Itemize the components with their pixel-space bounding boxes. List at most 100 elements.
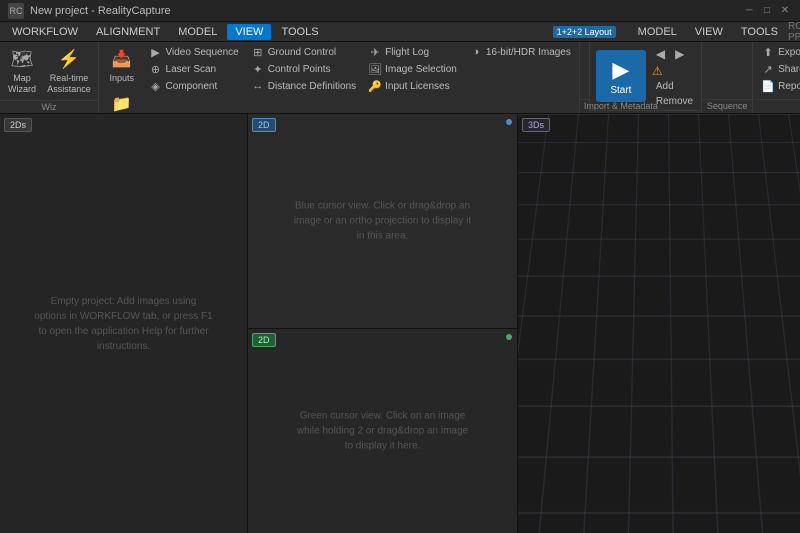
folder-button[interactable]: 📁 Folder — [105, 89, 139, 114]
ribbon-group-import-meta: Import & Metadata — [580, 42, 590, 113]
output-content: ⬆ Export ↗ Share 📄 Reports 🎬 Create Vide… — [753, 42, 800, 99]
menu-item-view[interactable]: VIEW — [227, 24, 271, 40]
small-col-1: ▶ Video Sequence ⊕ Laser Scan ◈ Componen… — [145, 44, 243, 94]
laser-scan-icon: ⊕ — [149, 62, 163, 76]
grid-background — [518, 114, 800, 533]
menu-item-model2[interactable]: MODEL — [630, 24, 685, 40]
layout-indicator[interactable]: 1+2+2 Layout — [553, 26, 616, 38]
realtime-label: Real-timeAssistance — [47, 73, 91, 95]
share-label: Share — [778, 64, 800, 75]
realtime-assistance-button[interactable]: ⚡ Real-timeAssistance — [44, 44, 94, 98]
ribbon-group-add-imagery: 📥 Inputs 📁 Folder ▶ Video Sequence ⊕ Las… — [99, 42, 580, 113]
ground-ctrl-label: Ground Control — [268, 47, 336, 58]
menu-item-tools2[interactable]: TOOLS — [733, 24, 786, 40]
caution-icon: ⚠ — [652, 64, 663, 78]
small-col-4: ◑ 16-bit/HDR Images — [465, 44, 575, 60]
close-button[interactable]: ✕ — [778, 4, 792, 18]
middle-top-hint: Blue cursor view. Click or drag&drop an … — [293, 199, 473, 244]
prev-icon: ◀ — [656, 47, 665, 61]
inputs-folder-col: 📥 Inputs 📁 Folder — [103, 44, 141, 114]
start-button[interactable]: ▶ Start — [596, 50, 646, 102]
start-icon: ▶ — [612, 57, 629, 83]
control-points-button[interactable]: ✦ Control Points — [247, 61, 360, 77]
distance-def-button[interactable]: ↔ Distance Definitions — [247, 78, 360, 94]
import-meta-content — [580, 42, 589, 99]
export-button[interactable]: ⬆ Export — [757, 44, 800, 60]
export-icon: ⬆ — [761, 45, 775, 59]
video-seq-label: Video Sequence — [166, 47, 239, 58]
map-wizard-icon: 🗺 — [10, 47, 34, 71]
component-icon: ◈ — [149, 79, 163, 93]
ribbon: 🗺 MapWizard ⚡ Real-timeAssistance Wiz 📥 … — [0, 42, 800, 114]
panel-middle-top: 2D Blue cursor view. Click or drag&drop … — [248, 114, 517, 329]
ribbon-group-sequence: Sequence — [702, 42, 753, 113]
export-label: Export — [778, 47, 800, 58]
title-bar-controls[interactable]: ─ □ ✕ — [742, 4, 792, 18]
process-arrows: ◀ ▶ — [652, 46, 697, 62]
ground-control-button[interactable]: ⊞ Ground Control — [247, 44, 360, 60]
video-seq-icon: ▶ — [149, 45, 163, 59]
process-content: ▶ Start ◀ ▶ ⚠ Add — [590, 42, 701, 110]
panel-middle: 2D Blue cursor view. Click or drag&drop … — [248, 114, 518, 533]
panel-left-2ds: 2Ds Empty project: Add images using opti… — [0, 114, 248, 533]
inp-lic-label: Input Licenses — [385, 81, 450, 92]
component-button[interactable]: ◈ Component — [145, 78, 243, 94]
menu-item-tools[interactable]: TOOLS — [273, 24, 326, 40]
panel-middle-bottom: 2D Green cursor view. Click on an image … — [248, 329, 517, 533]
dist-def-icon: ↔ — [251, 79, 265, 93]
share-button[interactable]: ↗ Share — [757, 61, 800, 77]
middle-bottom-badge: 2D — [252, 333, 276, 347]
sequence-label: Sequence — [702, 99, 752, 113]
remove-process-button[interactable]: Remove — [652, 95, 697, 108]
map-wizard-button[interactable]: 🗺 MapWizard — [4, 44, 40, 98]
ribbon-group-wiz: 🗺 MapWizard ⚡ Real-timeAssistance Wiz — [0, 42, 99, 113]
output-label: 3. Output — [753, 99, 800, 113]
process-controls: ◀ ▶ ⚠ Add Remove — [652, 46, 697, 108]
title-bar: RC New project - RealityCapture ─ □ ✕ — [0, 0, 800, 22]
middle-bottom-hint: Green cursor view. Click on an image whi… — [293, 409, 473, 454]
viewport-area: 2Ds Empty project: Add images using opti… — [0, 114, 800, 533]
caution-area: ⚠ — [652, 64, 697, 78]
menu-bar: WORKFLOW ALIGNMENT MODEL VIEW TOOLS 1+2+… — [0, 22, 800, 42]
green-indicator-dot — [506, 334, 512, 340]
image-selection-button[interactable]: 🖼 Image Selection — [364, 61, 461, 77]
realtime-icon: ⚡ — [57, 47, 81, 71]
menu-item-view2[interactable]: VIEW — [687, 24, 731, 40]
window-title: New project - RealityCapture — [30, 5, 171, 17]
reports-button[interactable]: 📄 Reports — [757, 78, 800, 94]
process-prev-button[interactable]: ◀ — [652, 46, 669, 62]
hdr-label: 16-bit/HDR Images — [486, 47, 571, 58]
menu-item-workflow[interactable]: WORKFLOW — [4, 24, 86, 40]
laser-scan-button[interactable]: ⊕ Laser Scan — [145, 61, 243, 77]
app-logo: RC — [8, 3, 24, 19]
flight-log-icon: ✈ — [368, 45, 382, 59]
input-licenses-button[interactable]: 🔑 Input Licenses — [364, 78, 461, 94]
hdr-icon: ◑ — [469, 45, 483, 59]
inp-lic-icon: 🔑 — [368, 79, 382, 93]
ground-ctrl-icon: ⊞ — [251, 45, 265, 59]
ctrl-pts-icon: ✦ — [251, 62, 265, 76]
middle-top-badge: 2D — [252, 118, 276, 132]
component-label: Component — [166, 81, 218, 92]
share-icon: ↗ — [761, 62, 775, 76]
folder-icon: 📁 — [110, 92, 134, 114]
menu-item-alignment[interactable]: ALIGNMENT — [88, 24, 168, 40]
menu-item-model[interactable]: MODEL — [170, 24, 225, 40]
dist-def-label: Distance Definitions — [268, 81, 356, 92]
panel-right-3ds: 3Ds — [518, 114, 800, 533]
minimize-button[interactable]: ─ — [742, 4, 756, 18]
next-icon: ▶ — [675, 47, 684, 61]
small-col-2: ⊞ Ground Control ✦ Control Points ↔ Dist… — [247, 44, 360, 94]
hdr-images-button[interactable]: ◑ 16-bit/HDR Images — [465, 44, 575, 60]
flight-log-label: Flight Log — [385, 47, 429, 58]
inputs-label: Inputs — [110, 73, 135, 84]
video-sequence-button[interactable]: ▶ Video Sequence — [145, 44, 243, 60]
wiz-content: 🗺 MapWizard ⚡ Real-timeAssistance — [0, 42, 98, 100]
process-next-button[interactable]: ▶ — [671, 46, 688, 62]
add-process-button[interactable]: Add — [652, 80, 697, 93]
add-imagery-content: 📥 Inputs 📁 Folder ▶ Video Sequence ⊕ Las… — [99, 42, 579, 114]
inputs-button[interactable]: 📥 Inputs — [105, 44, 139, 87]
maximize-button[interactable]: □ — [760, 4, 774, 18]
flight-log-button[interactable]: ✈ Flight Log — [364, 44, 461, 60]
map-wizard-label: MapWizard — [8, 73, 36, 95]
